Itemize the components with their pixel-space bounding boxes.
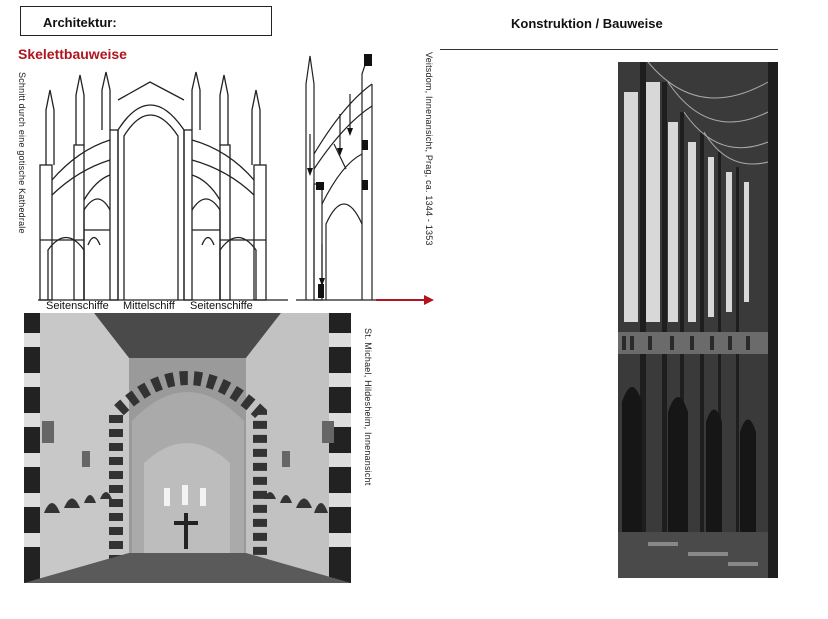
label-side-aisle-left: Seitenschiffe bbox=[46, 300, 109, 312]
title-box: Architektur: bbox=[20, 6, 272, 36]
label-side-aisle-right: Seitenschiffe bbox=[190, 300, 253, 312]
st-michael-interior-photo bbox=[24, 313, 351, 583]
gothic-nave-photo bbox=[618, 62, 778, 578]
right-heading: Konstruktion / Bauweise bbox=[511, 16, 663, 31]
section-heading: Skelettbauweise bbox=[18, 46, 127, 62]
divider-line bbox=[440, 49, 778, 50]
title-text: Architektur: bbox=[43, 15, 117, 30]
buttress-force-diagram bbox=[294, 44, 434, 306]
caption-st-michael: St. Michael, Hildesheim, Innenansicht bbox=[363, 328, 373, 486]
caption-veitsdom: Veitsdom, Innenansicht, Prag, ca. 1344 -… bbox=[424, 52, 434, 246]
caption-gothic-section: Schnitt durch eine gotische Kathedrale bbox=[17, 72, 27, 234]
label-nave: Mittelschiff bbox=[123, 300, 175, 312]
cathedral-section-drawing bbox=[38, 70, 288, 302]
red-arrow-icon bbox=[376, 293, 434, 307]
